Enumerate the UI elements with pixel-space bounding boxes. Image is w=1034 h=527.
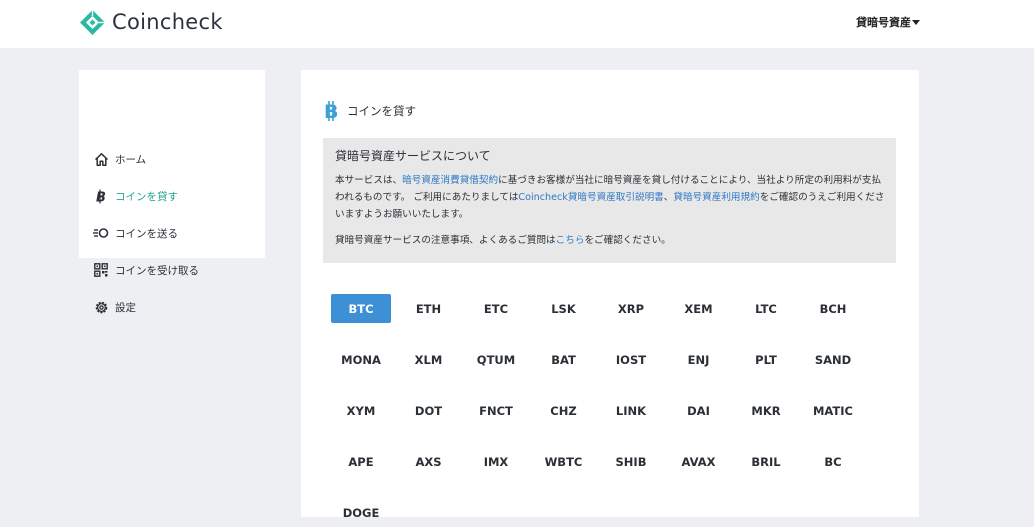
main-panel: B コインを貸す 貸暗号資産サービスについて 本サービスは、暗号資産消費貸借契約…	[301, 70, 919, 520]
loan-contract-link[interactable]: 暗号資産消費貸借契約	[402, 175, 498, 186]
coin-button-bat[interactable]: BAT	[534, 345, 594, 374]
gear-icon	[93, 299, 109, 315]
coin-button-ltc[interactable]: LTC	[736, 294, 796, 323]
explanation-document-link[interactable]: Coincheck貸暗号資産取引説明書	[518, 192, 663, 203]
sidebar-item-home[interactable]: ホーム	[93, 149, 146, 169]
svg-text:B: B	[96, 190, 106, 204]
sidebar-item-label: コインを受け取る	[115, 264, 199, 277]
sidebar-item-label: コインを貸す	[115, 190, 178, 203]
coin-button-fnct[interactable]: FNCT	[466, 396, 526, 425]
coin-button-link[interactable]: LINK	[601, 396, 661, 425]
top-header: Coincheck 貸暗号資産	[0, 0, 1034, 48]
coin-button-sand[interactable]: SAND	[803, 345, 863, 374]
coin-button-doge[interactable]: DOGE	[331, 498, 391, 527]
page-title-text: コインを貸す	[347, 104, 416, 118]
lending-dropdown-label: 貸暗号資産	[856, 16, 911, 29]
coin-button-imx[interactable]: IMX	[466, 447, 526, 476]
notice-paragraph: 本サービスは、暗号資産消費貸借契約に基づきお客様が当社に暗号資産を貸し付けること…	[335, 172, 887, 223]
sidebar-item-settings[interactable]: 設定	[93, 297, 136, 317]
qr-code-icon	[93, 262, 109, 278]
coin-button-plt[interactable]: PLT	[736, 345, 796, 374]
svg-text:B: B	[324, 101, 338, 122]
sidebar-item-lend-coins[interactable]: B コインを貸す	[93, 186, 178, 206]
coincheck-logo[interactable]: Coincheck	[79, 9, 223, 36]
coin-button-xrp[interactable]: XRP	[601, 294, 661, 323]
coin-button-ape[interactable]: APE	[331, 447, 391, 476]
coin-button-xym[interactable]: XYM	[331, 396, 391, 425]
coincheck-logo-icon	[80, 10, 105, 35]
coin-button-lsk[interactable]: LSK	[534, 294, 594, 323]
coin-button-qtum[interactable]: QTUM	[466, 345, 526, 374]
coin-button-axs[interactable]: AXS	[399, 447, 459, 476]
sidebar-item-label: ホーム	[115, 153, 147, 166]
coin-button-iost[interactable]: IOST	[601, 345, 661, 374]
bitcoin-icon: B	[93, 188, 109, 204]
service-notice: 貸暗号資産サービスについて 本サービスは、暗号資産消費貸借契約に基づきお客様が当…	[323, 138, 896, 263]
brand-name: Coincheck	[112, 10, 223, 34]
coin-button-shib[interactable]: SHIB	[601, 447, 661, 476]
coin-button-bril[interactable]: BRIL	[736, 447, 796, 476]
lending-dropdown[interactable]: 貸暗号資産	[856, 14, 920, 30]
sidebar-nav: ホーム B コインを貸す コインを送る コインを受け取る 設定	[79, 70, 265, 314]
coin-button-xlm[interactable]: XLM	[399, 345, 459, 374]
coin-button-wbtc[interactable]: WBTC	[534, 447, 594, 476]
faq-link[interactable]: こちら	[556, 235, 585, 246]
sidebar-item-label: 設定	[115, 301, 136, 314]
coin-button-enj[interactable]: ENJ	[669, 345, 729, 374]
notice-text: 本サービスは、	[335, 175, 403, 186]
bitcoin-icon: B	[324, 101, 338, 122]
coin-button-btc[interactable]: BTC	[331, 294, 391, 323]
send-coin-icon	[93, 225, 109, 241]
coin-button-chz[interactable]: CHZ	[534, 396, 594, 425]
notice-title: 貸暗号資産サービスについて	[335, 149, 491, 163]
sidebar-item-send-coins[interactable]: コインを送る	[93, 223, 178, 243]
coin-button-etc[interactable]: ETC	[466, 294, 526, 323]
coin-button-bch[interactable]: BCH	[803, 294, 863, 323]
coin-button-mkr[interactable]: MKR	[736, 396, 796, 425]
notice-body: 本サービスは、暗号資産消費貸借契約に基づきお客様が当社に暗号資産を貸し付けること…	[335, 172, 887, 249]
coin-button-bc[interactable]: BC	[803, 447, 863, 476]
coin-button-mona[interactable]: MONA	[331, 345, 391, 374]
home-icon	[93, 151, 109, 167]
sidebar-item-receive-coins[interactable]: コインを受け取る	[93, 260, 199, 280]
page-title: B コインを貸す	[323, 100, 416, 122]
terms-of-use-link[interactable]: 貸暗号資産利用規約	[673, 192, 759, 203]
notice-text: 貸暗号資産サービスの注意事項、よくあるご質問は	[335, 235, 556, 246]
coin-button-dot[interactable]: DOT	[399, 396, 459, 425]
notice-text: 、	[663, 192, 674, 203]
coin-button-dai[interactable]: DAI	[669, 396, 729, 425]
coin-button-avax[interactable]: AVAX	[669, 447, 729, 476]
notice-text: をご確認ください。	[584, 235, 671, 246]
coin-button-matic[interactable]: MATIC	[803, 396, 863, 425]
caret-down-icon	[912, 19, 920, 25]
coin-button-eth[interactable]: ETH	[399, 294, 459, 323]
notice-paragraph: 貸暗号資産サービスの注意事項、よくあるご質問はこちらをご確認ください。	[335, 232, 887, 249]
coin-button-xem[interactable]: XEM	[669, 294, 729, 323]
sidebar-item-label: コインを送る	[115, 227, 178, 240]
